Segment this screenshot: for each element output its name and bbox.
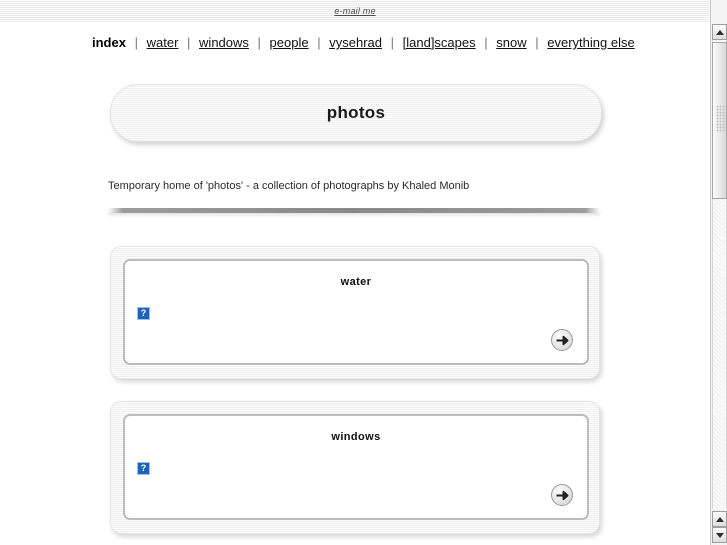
nav-separator: | [187, 35, 191, 50]
nav-item-water[interactable]: water [147, 35, 179, 50]
gallery-panel-inner: windows ? [123, 414, 589, 520]
broken-image-icon[interactable]: ? [137, 307, 150, 320]
arrow-right-icon [556, 490, 568, 500]
gallery-panel-title: water [340, 276, 372, 288]
gallery-panel[interactable]: windows ? [110, 401, 600, 534]
nav-item-vysehrad[interactable]: vysehrad [329, 35, 382, 50]
nav-separator: | [317, 35, 321, 50]
nav-separator: | [390, 35, 394, 50]
next-gallery-button[interactable] [551, 329, 573, 351]
photos-banner: photos [110, 84, 602, 142]
gallery-panel-inner: water ? [123, 259, 589, 365]
nav-item-snow[interactable]: snow [496, 35, 526, 50]
scrollbar-down-button[interactable] [712, 527, 727, 543]
nav-item-index[interactable]: index [92, 35, 126, 50]
site-tagline: Temporary home of 'photos' - a collectio… [108, 180, 470, 192]
nav-separator: | [257, 35, 261, 50]
broken-image-icon[interactable]: ? [137, 462, 150, 475]
nav-separator: | [535, 35, 539, 50]
broken-image-mark: ? [140, 308, 147, 318]
scrollbar-thumb[interactable] [712, 42, 727, 199]
nav-item-people[interactable]: people [270, 35, 309, 50]
nav-item-windows[interactable]: windows [199, 35, 249, 50]
nav-item-everything-else[interactable]: everything else [547, 35, 634, 50]
scrollbar-up-button-top[interactable] [712, 24, 727, 40]
arrow-right-icon [556, 335, 568, 345]
nav-separator: | [484, 35, 488, 50]
section-divider [108, 208, 600, 213]
top-strip: e-mail me [0, 0, 710, 23]
triangle-up-icon [715, 29, 724, 35]
nav-item-landscapes[interactable]: [land]scapes [403, 35, 476, 50]
nav-separator: | [134, 35, 138, 50]
scrollbar-grip [716, 105, 725, 133]
page-root: e-mail me index | water | windows | peop… [0, 0, 727, 545]
gallery-panel[interactable]: water ? [110, 246, 600, 379]
page-content: index | water | windows | people | vyseh… [0, 22, 710, 545]
triangle-down-icon [715, 532, 724, 538]
gallery-panel-title: windows [331, 431, 381, 443]
triangle-up-icon [715, 516, 724, 522]
page-title: photos [326, 103, 386, 122]
broken-image-mark: ? [140, 463, 147, 473]
scrollbar-up-button-bottom[interactable] [712, 511, 727, 527]
email-me-link[interactable]: e-mail me [334, 6, 375, 16]
vertical-scrollbar[interactable] [710, 0, 727, 545]
next-gallery-button[interactable] [551, 484, 573, 506]
main-navigation: index | water | windows | people | vyseh… [92, 34, 710, 52]
